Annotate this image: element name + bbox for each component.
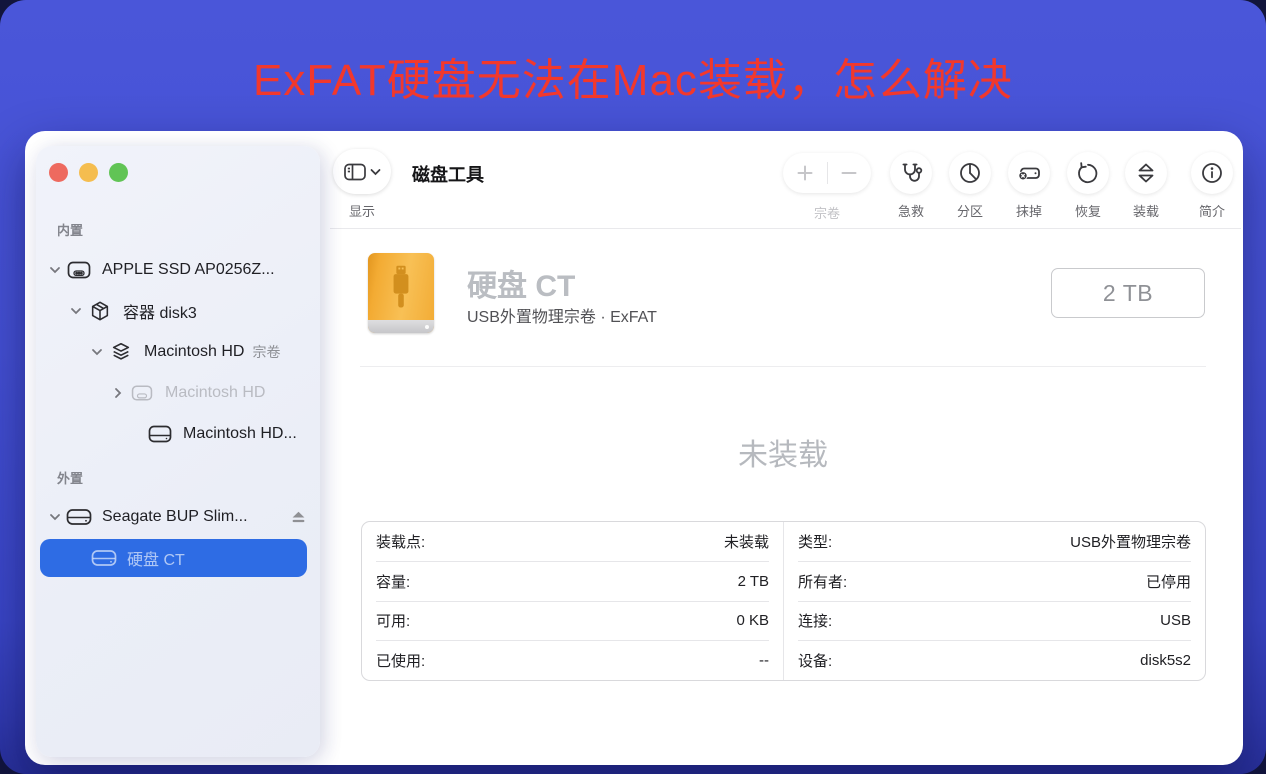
volume-add-remove-group (783, 153, 871, 193)
table-row: 类型:USB外置物理宗卷 (798, 522, 1191, 562)
restore-button[interactable]: 恢复 (1066, 152, 1110, 220)
banner-title: ExFAT硬盘无法在Mac装载，怎么解决 (0, 44, 1266, 108)
sidebar: 内置 APPLE SSD AP0256Z... 容器 disk3 (36, 146, 320, 757)
info-button[interactable]: 简介 (1190, 152, 1234, 220)
erase-button[interactable]: 抹掉 (1007, 152, 1051, 220)
sidebar-item-hard-disk-ct[interactable]: 硬盘 CT (40, 539, 307, 577)
sidebar-view-icon (343, 162, 367, 182)
sidebar-section-internal: 内置 (57, 220, 83, 239)
details-right-column: 类型:USB外置物理宗卷 所有者:已停用 连接:USB 设备:disk5s2 (784, 522, 1205, 680)
sidebar-item-container-disk3[interactable]: 容器 disk3 (36, 290, 320, 331)
partition-pie-icon (957, 160, 983, 186)
usb-plug-glyph (388, 263, 414, 313)
table-row: 已使用:-- (376, 641, 769, 680)
sidebar-item-apple-ssd[interactable]: APPLE SSD AP0256Z... (36, 249, 320, 290)
internal-disk-icon (66, 260, 92, 280)
chevron-right-icon[interactable] (109, 387, 127, 399)
chevron-down-icon (370, 168, 381, 176)
table-row: 可用:0 KB (376, 602, 769, 642)
volume-group-label: 宗卷 (783, 203, 871, 222)
volume-tag: 宗卷 (252, 342, 280, 362)
zoom-window-button[interactable] (109, 163, 128, 182)
disk-icon (91, 548, 117, 568)
partition-button[interactable]: 分区 (948, 152, 992, 220)
disk-icon (129, 384, 155, 402)
mount-icon (1133, 160, 1159, 186)
eject-icon[interactable] (291, 510, 306, 523)
table-row: 所有者:已停用 (798, 562, 1191, 602)
table-row: 连接:USB (798, 602, 1191, 642)
sidebar-item-macintosh-hd-volume[interactable]: Macintosh HD 宗卷 (36, 331, 320, 372)
mount-button[interactable]: 装载 (1124, 152, 1168, 220)
table-row: 容量:2 TB (376, 562, 769, 602)
traffic-lights (49, 163, 128, 182)
header-divider (360, 366, 1206, 367)
first-aid-stethoscope-icon (898, 160, 924, 186)
first-aid-button[interactable]: 急救 (889, 152, 933, 220)
volume-layers-icon (108, 341, 134, 363)
add-volume-button[interactable] (783, 164, 827, 182)
details-table: 装载点:未装载 容量:2 TB 可用:0 KB 已使用:-- 类型:USB外置物… (361, 521, 1206, 681)
chevron-down-icon[interactable] (46, 513, 64, 521)
drive-led (425, 325, 429, 329)
volume-subtitle: USB外置物理宗卷 · ExFAT (467, 303, 657, 327)
info-icon (1199, 160, 1225, 186)
disk-icon (147, 424, 173, 444)
minimize-window-button[interactable] (79, 163, 98, 182)
capacity-badge: 2 TB (1051, 268, 1205, 318)
close-window-button[interactable] (49, 163, 68, 182)
volume-title: 硬盘 CT (467, 261, 575, 305)
remove-volume-button[interactable] (828, 164, 872, 182)
usb-external-drive-icon (368, 253, 434, 333)
show-view-button[interactable] (333, 149, 391, 194)
show-view-label: 显示 (333, 201, 391, 220)
restore-arrow-icon (1075, 160, 1101, 186)
window-title: 磁盘工具 (412, 161, 484, 187)
chevron-down-icon[interactable] (46, 266, 64, 274)
container-icon (87, 300, 113, 322)
mount-status-text: 未装载 (360, 430, 1206, 474)
sidebar-item-macintosh-hd-data[interactable]: Macintosh HD... (36, 413, 320, 454)
screenshot-root: ExFAT硬盘无法在Mac装载，怎么解决 显示 磁盘工具 宗卷 (0, 0, 1266, 774)
table-row: 装载点:未装载 (376, 522, 769, 562)
drive-base-strip (368, 320, 434, 333)
chevron-down-icon[interactable] (88, 348, 106, 356)
erase-disk-icon (1016, 160, 1042, 186)
external-disk-icon (66, 507, 92, 527)
sidebar-item-seagate[interactable]: Seagate BUP Slim... (36, 496, 320, 537)
toolbar-divider (330, 228, 1241, 229)
chevron-down-icon[interactable] (67, 307, 85, 315)
sidebar-item-macintosh-hd-snapshot[interactable]: Macintosh HD (36, 372, 320, 413)
table-row: 设备:disk5s2 (798, 641, 1191, 680)
sidebar-section-external: 外置 (57, 468, 83, 487)
details-left-column: 装载点:未装载 容量:2 TB 可用:0 KB 已使用:-- (362, 522, 783, 680)
